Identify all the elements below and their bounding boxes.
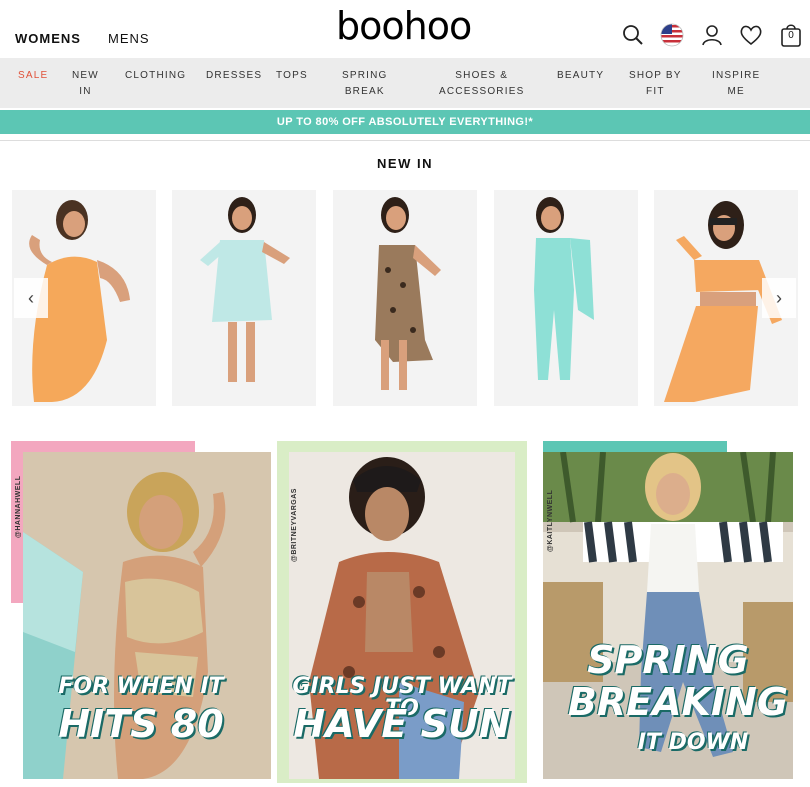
product-card[interactable] xyxy=(333,190,477,406)
product-image xyxy=(333,190,477,406)
nav-clothing[interactable]: CLOTHING xyxy=(125,68,186,84)
tile-caption-line1: SPRING xyxy=(587,638,749,682)
promo-banner[interactable]: UP TO 80% OFF ABSOLUTELY EVERYTHING!* xyxy=(0,110,810,134)
carousel-next-arrow[interactable]: › xyxy=(762,278,796,318)
womens-link[interactable]: WOMENS xyxy=(15,31,81,46)
nav-spring-break[interactable]: SPRING BREAK xyxy=(342,68,388,100)
nav-inspire-me[interactable]: INSPIRE ME xyxy=(712,68,760,100)
product-card[interactable] xyxy=(494,190,638,406)
tile-caption-line2: HAVE SUN xyxy=(293,702,511,746)
nav-sale[interactable]: SALE xyxy=(18,68,48,84)
header: WOMENS MENS boohoo 0 xyxy=(0,0,810,58)
tile-caption-line1: FOR WHEN IT xyxy=(58,674,224,699)
boohoo-logo[interactable]: boohoo xyxy=(336,4,472,48)
bag-count: 0 xyxy=(788,30,794,41)
mens-link[interactable]: MENS xyxy=(108,31,150,46)
campaign-tile[interactable]: @KAITLYNWELL SPRING BREAKING IT DOWN xyxy=(543,438,803,783)
nav-shoes-accessories[interactable]: SHOES & ACCESSORIES xyxy=(439,68,524,100)
campaign-tile[interactable]: @BRITNEYVARGAS GIRLS JUST WANT TO HAVE S… xyxy=(277,438,537,783)
product-image xyxy=(172,190,316,406)
account-icon[interactable] xyxy=(699,22,725,48)
divider xyxy=(0,140,810,141)
product-image xyxy=(494,190,638,406)
product-card[interactable] xyxy=(172,190,316,406)
instagram-handle: @BRITNEYVARGAS xyxy=(291,488,298,562)
nav-dresses[interactable]: DRESSES xyxy=(206,68,262,84)
bag-icon[interactable]: 0 xyxy=(779,22,803,48)
tile-caption-line2: BREAKING xyxy=(567,680,789,724)
tile-caption-line3: IT DOWN xyxy=(637,730,749,755)
instagram-handle: @HANNAHWELL xyxy=(15,475,22,538)
us-flag-icon[interactable] xyxy=(659,22,685,48)
nav-new-in[interactable]: NEW IN xyxy=(72,68,99,100)
carousel-prev-arrow[interactable]: ‹ xyxy=(14,278,48,318)
main-nav: SALE NEW IN CLOTHING DRESSES TOPS SPRING… xyxy=(0,58,810,108)
nav-beauty[interactable]: BEAUTY xyxy=(557,68,604,84)
nav-tops[interactable]: TOPS xyxy=(276,68,308,84)
new-in-heading: NEW IN xyxy=(377,156,433,171)
search-icon[interactable] xyxy=(620,22,646,48)
wishlist-heart-icon[interactable] xyxy=(738,22,764,48)
campaign-tile[interactable]: @HANNAHWELL FOR WHEN IT HITS 80 xyxy=(11,438,271,783)
tile-caption-line2: HITS 80 xyxy=(58,702,224,746)
instagram-handle: @KAITLYNWELL xyxy=(547,489,554,552)
nav-shop-by-fit[interactable]: SHOP BY FIT xyxy=(629,68,682,100)
